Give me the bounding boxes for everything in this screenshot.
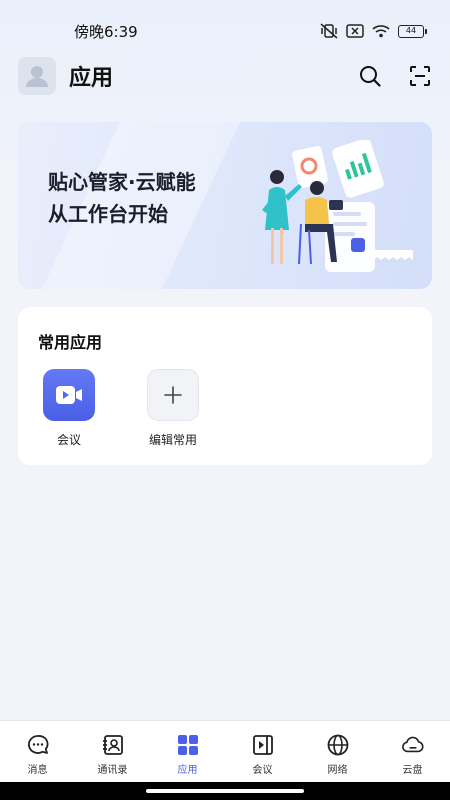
tab-cloud[interactable]: 云盘 xyxy=(375,721,450,782)
app-edit-frequent[interactable]: 编辑常用 xyxy=(128,369,218,448)
meeting-play-icon xyxy=(251,733,275,757)
globe-icon xyxy=(326,733,350,757)
bottom-tab-bar: 消息 通讯录 应用 会议 网络 云盘 xyxy=(0,720,450,782)
promo-banner[interactable]: 贴心管家·云赋能 从工作台开始 xyxy=(18,122,432,289)
search-icon[interactable] xyxy=(358,64,382,88)
frequent-apps-card: 常用应用 会议 编辑常用 xyxy=(18,307,432,465)
tab-messages[interactable]: 消息 xyxy=(0,721,75,782)
apps-grid-icon xyxy=(176,733,200,757)
user-avatar-icon xyxy=(26,66,48,87)
status-time: 傍晚6:39 xyxy=(74,22,138,41)
banner-line2: 从工作台开始 xyxy=(48,198,176,230)
vibrate-muted-icon xyxy=(320,23,338,39)
tab-label: 网络 xyxy=(327,765,348,776)
video-camera-icon[interactable] xyxy=(43,369,95,421)
tab-meeting[interactable]: 会议 xyxy=(225,721,300,782)
tab-label: 通讯录 xyxy=(97,765,128,776)
home-indicator[interactable] xyxy=(146,789,304,793)
scan-icon[interactable] xyxy=(408,64,432,88)
app-header: 应用 xyxy=(18,56,432,96)
banner-illustration xyxy=(262,140,413,272)
tab-label: 消息 xyxy=(27,765,48,776)
battery-indicator: 44 xyxy=(398,24,427,38)
app-meeting[interactable]: 会议 xyxy=(24,369,114,448)
status-bar: 傍晚6:39 44 xyxy=(0,0,450,62)
chat-bubble-icon xyxy=(26,733,50,757)
cloud-icon xyxy=(401,733,425,757)
wifi-icon xyxy=(372,24,390,38)
page-title: 应用 xyxy=(69,66,114,91)
app-label: 会议 xyxy=(56,433,81,447)
tab-apps[interactable]: 应用 xyxy=(150,721,225,782)
banner-line1: 贴心管家·云赋能 xyxy=(48,170,196,194)
tab-label: 会议 xyxy=(252,765,273,776)
status-icons: 44 xyxy=(320,23,427,39)
sim-muted-icon xyxy=(346,24,364,38)
tab-network[interactable]: 网络 xyxy=(300,721,375,782)
tab-label: 云盘 xyxy=(402,765,423,776)
contacts-book-icon xyxy=(101,733,125,757)
avatar[interactable] xyxy=(18,57,56,95)
tab-contacts[interactable]: 通讯录 xyxy=(75,721,150,782)
section-title: 常用应用 xyxy=(38,333,103,352)
plus-icon[interactable] xyxy=(147,369,199,421)
banner-text: 贴心管家·云赋能 从工作台开始 xyxy=(48,166,196,230)
tab-label: 应用 xyxy=(177,765,198,776)
app-label: 编辑常用 xyxy=(148,433,197,447)
